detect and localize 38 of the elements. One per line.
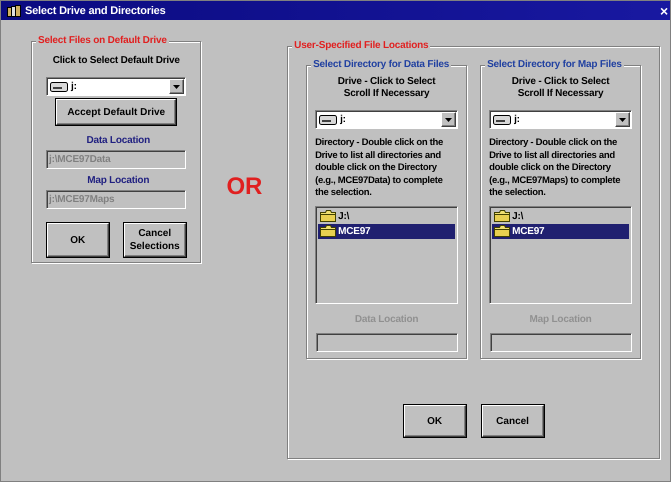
app-icon [7, 4, 21, 16]
folder-icon [320, 225, 336, 237]
drive-dropdown[interactable]: j: [489, 110, 632, 129]
folder-icon [494, 225, 510, 237]
directory-help-text: Directory - Double click on the Drive to list all directories and double click on the Directory (e.g., MCE97Maps) to complete the selection. [489, 137, 622, 200]
or-label: OR [226, 173, 264, 201]
accept-default-drive-button[interactable]: Accept Default Drive [56, 99, 176, 125]
group-title: Select Files on Default Drive [36, 35, 169, 46]
drive-prompt: Click to Select Default Drive [52, 54, 180, 68]
drive-prompt: Scroll If Necessary [516, 88, 604, 100]
group-title: User-Specified File Locations [292, 40, 430, 51]
directory-list[interactable]: J:\ MCE97 [489, 206, 632, 304]
drive-prompt: Scroll If Necessary [342, 88, 430, 100]
directory-help-text: Directory - Double click on the Drive to list all directories and double click on the Directory (e.g., MCE97Data) to complete the selection. [315, 137, 444, 200]
drive-dropdown[interactable]: j: [315, 110, 458, 129]
cancel-selections-button[interactable]: Cancel Selections [124, 223, 186, 257]
close-icon[interactable]: × [660, 4, 668, 18]
cancel-button[interactable]: Cancel [482, 405, 544, 437]
group-title: Select Directory for Map Files [485, 59, 624, 70]
directory-item[interactable]: J:\ [492, 208, 630, 224]
directory-list[interactable]: J:\ MCE97 [315, 206, 458, 304]
field-label: Data Location [85, 135, 151, 146]
drive-icon [493, 114, 512, 124]
drive-prompt: Drive - Click to Select [338, 76, 436, 88]
drive-prompt: Drive - Click to Select [512, 76, 610, 88]
drive-dropdown[interactable]: j: [46, 77, 186, 96]
ok-button[interactable]: OK [46, 223, 109, 257]
window-title: Select Drive and Directories [25, 4, 167, 16]
field-label: Map Location [86, 175, 150, 186]
directory-item[interactable]: J:\ [318, 208, 456, 224]
folder-icon [494, 210, 510, 222]
drive-icon [50, 82, 68, 92]
directory-item[interactable]: MCE97 [492, 224, 630, 238]
folder-icon [320, 210, 336, 222]
drive-icon [319, 114, 338, 124]
directory-item[interactable]: MCE97 [318, 224, 456, 238]
group-title: Select Directory for Data Files [311, 59, 452, 70]
ok-button[interactable]: OK [404, 405, 466, 437]
